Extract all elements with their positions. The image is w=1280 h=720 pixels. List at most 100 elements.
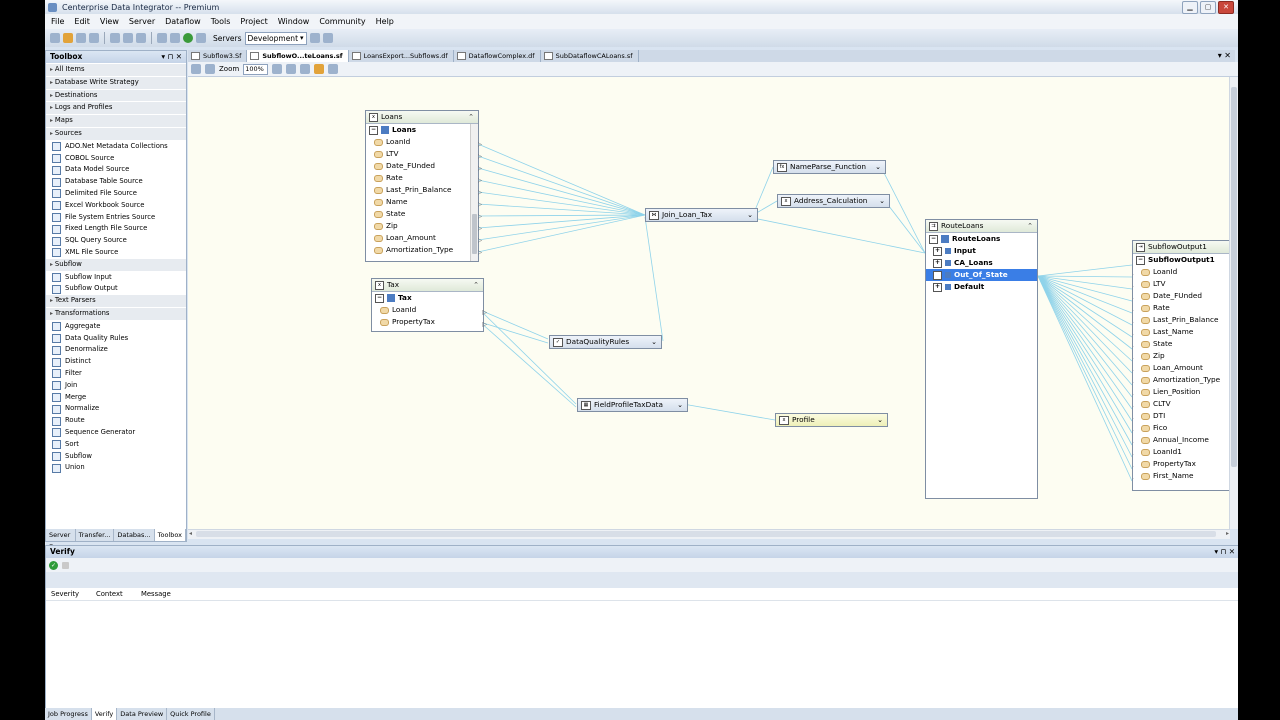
- field-row[interactable]: ▷Amortization_Type: [1133, 374, 1230, 386]
- field-row[interactable]: ▷LTV: [1133, 278, 1230, 290]
- run-icon[interactable]: [309, 33, 320, 43]
- new-icon[interactable]: [50, 33, 60, 43]
- field-row[interactable]: PropertyTax ▷: [372, 316, 487, 328]
- auto-layout-icon[interactable]: [314, 64, 325, 74]
- node-subflow-output[interactable]: ⇥SubflowOutput1⌃ −SubflowOutput1 ▷LoanId…: [1132, 240, 1230, 491]
- toolbox-item[interactable]: Sequence Generator: [46, 427, 186, 439]
- output-port-icon[interactable]: ▷: [482, 319, 487, 331]
- node-header[interactable]: x Tax ⌃: [372, 279, 483, 292]
- output-port-icon[interactable]: ▷: [477, 175, 482, 187]
- cut-icon[interactable]: [110, 33, 120, 43]
- field-row[interactable]: LoanId ▷: [366, 136, 482, 148]
- collapse-icon[interactable]: ⌃: [1027, 220, 1033, 232]
- minimize-button[interactable]: ▁: [1182, 1, 1198, 14]
- toolbox-item[interactable]: Merge: [46, 392, 186, 404]
- maximize-button[interactable]: ▢: [1200, 1, 1216, 14]
- field-row[interactable]: Date_FUnded ▷: [366, 160, 482, 172]
- toolbox-item[interactable]: File System Entries Source: [46, 212, 186, 224]
- field-row[interactable]: Name ▷: [366, 196, 482, 208]
- tab-verify[interactable]: Verify: [91, 708, 118, 720]
- expand-chevron-icon[interactable]: ⌄: [651, 336, 657, 348]
- toolbox-category[interactable]: All Items: [46, 64, 186, 77]
- redo-icon[interactable]: [205, 64, 215, 74]
- output-port-icon[interactable]: ▷: [477, 247, 482, 259]
- node-nameparse[interactable]: fx NameParse_Function ⌄: [773, 160, 886, 174]
- toolbox-item[interactable]: Distinct: [46, 356, 186, 368]
- field-row[interactable]: ▷Lien_Position: [1133, 386, 1230, 398]
- field-row[interactable]: Zip ▷: [366, 220, 482, 232]
- col-context[interactable]: Context: [91, 588, 136, 600]
- close-button[interactable]: ✕: [1218, 1, 1234, 14]
- collapse-icon[interactable]: ⌃: [473, 279, 479, 291]
- dataflow-canvas[interactable]: x Loans ⌃ − Loans LoanId ▷ LTV ▷ Date_FUnded ▷ Ra…: [188, 77, 1230, 529]
- server-icon[interactable]: [322, 33, 333, 43]
- menu-help[interactable]: Help: [376, 17, 394, 26]
- menu-community[interactable]: Community: [319, 17, 365, 26]
- link-icon[interactable]: [328, 64, 339, 74]
- canvas-horizontal-scrollbar[interactable]: ◂ ▸: [188, 529, 1230, 539]
- toolbox-item[interactable]: Join: [46, 380, 186, 392]
- doc-tab-active[interactable]: SubflowO...teLoans.sf: [247, 50, 349, 62]
- tab-toolbox[interactable]: Toolbox: [154, 529, 186, 541]
- output-port-icon[interactable]: ▷: [477, 211, 482, 223]
- route-group[interactable]: + CA_Loans: [926, 257, 1037, 269]
- toolbox-category[interactable]: Sources: [46, 127, 186, 141]
- expand-icon[interactable]: +: [933, 246, 942, 256]
- node-address[interactable]: x Address_Calculation ⌄: [777, 194, 890, 208]
- field-row[interactable]: ▷Rate: [1133, 302, 1230, 314]
- field-row[interactable]: Amortization_Type ▷: [366, 244, 482, 256]
- toolbox-item[interactable]: Delimited File Source: [46, 188, 186, 200]
- node-loans[interactable]: x Loans ⌃ − Loans LoanId ▷ LTV ▷ Date_FUnded ▷ Ra…: [365, 110, 482, 262]
- node-profile[interactable]: x Profile ⌄: [775, 413, 888, 427]
- toolbox-category[interactable]: Destinations: [46, 89, 186, 103]
- doc-tab[interactable]: DataflowComplex.df: [454, 50, 541, 62]
- expand-chevron-icon[interactable]: ⌄: [875, 161, 881, 173]
- grid-icon[interactable]: [300, 64, 311, 74]
- toolbox-item[interactable]: Aggregate: [46, 321, 186, 333]
- tab-quick-profile[interactable]: Quick Profile: [167, 708, 215, 720]
- toolbox-item[interactable]: SQL Query Source: [46, 235, 186, 247]
- toolbox-category[interactable]: Logs and Profiles: [46, 102, 186, 116]
- field-row[interactable]: ▷Loan_Amount: [1133, 362, 1230, 374]
- verify-check-icon[interactable]: [183, 33, 193, 43]
- output-port-icon[interactable]: ▷: [477, 187, 482, 199]
- toolbox-item[interactable]: Union: [46, 462, 186, 474]
- node-scrollbar[interactable]: [470, 124, 478, 261]
- save-icon[interactable]: [76, 33, 86, 43]
- pin-icon[interactable]: ▾ ⊓ ✕: [161, 51, 182, 63]
- toolbox-item[interactable]: Subflow Input: [46, 272, 186, 284]
- tab-transfer[interactable]: Transfer...: [76, 529, 115, 541]
- field-row[interactable]: ▷PropertyTax: [1133, 458, 1230, 470]
- node-header[interactable]: x Loans ⌃: [366, 111, 478, 124]
- undo-icon[interactable]: [157, 33, 167, 43]
- expand-icon[interactable]: +: [933, 282, 942, 292]
- output-port-icon[interactable]: ▷: [482, 307, 487, 319]
- toolbox-category[interactable]: Maps: [46, 115, 186, 128]
- toolbox-item[interactable]: Data Model Source: [46, 164, 186, 176]
- undo-icon[interactable]: [191, 64, 201, 74]
- menu-dataflow[interactable]: Dataflow: [165, 17, 201, 26]
- close-doc-icon[interactable]: ▾ ✕: [1218, 50, 1231, 62]
- node-field-profile[interactable]: ▦ FieldProfileTaxData ⌄: [577, 398, 688, 412]
- toolbox-item[interactable]: Data Quality Rules: [46, 333, 186, 345]
- col-message[interactable]: Message: [136, 588, 181, 600]
- route-group[interactable]: + Out_Of_State: [926, 269, 1037, 281]
- open-folder-icon[interactable]: [63, 33, 73, 43]
- node-header[interactable]: ⇉ RouteLoans ⌃: [926, 220, 1037, 233]
- toolbox-item[interactable]: Normalize: [46, 403, 186, 415]
- expand-chevron-icon[interactable]: ⌄: [677, 399, 683, 411]
- toolbox-category[interactable]: Text Parsers: [46, 295, 186, 308]
- save-all-icon[interactable]: [89, 33, 99, 43]
- expand-icon[interactable]: −: [369, 125, 378, 135]
- menu-project[interactable]: Project: [240, 17, 267, 26]
- route-group[interactable]: + Default: [926, 281, 1037, 293]
- stop-icon[interactable]: [62, 561, 69, 569]
- pin-icon[interactable]: ▾ ⊓ ✕: [1214, 546, 1235, 558]
- output-port-icon[interactable]: ▷: [477, 235, 482, 247]
- menu-tools[interactable]: Tools: [211, 17, 231, 26]
- toolbox-item[interactable]: Sort: [46, 439, 186, 451]
- menu-window[interactable]: Window: [278, 17, 310, 26]
- toolbox-item[interactable]: Subflow Output: [46, 283, 186, 295]
- tab-data-preview[interactable]: Data Preview: [117, 708, 168, 720]
- tab-database[interactable]: Databas...: [114, 529, 155, 541]
